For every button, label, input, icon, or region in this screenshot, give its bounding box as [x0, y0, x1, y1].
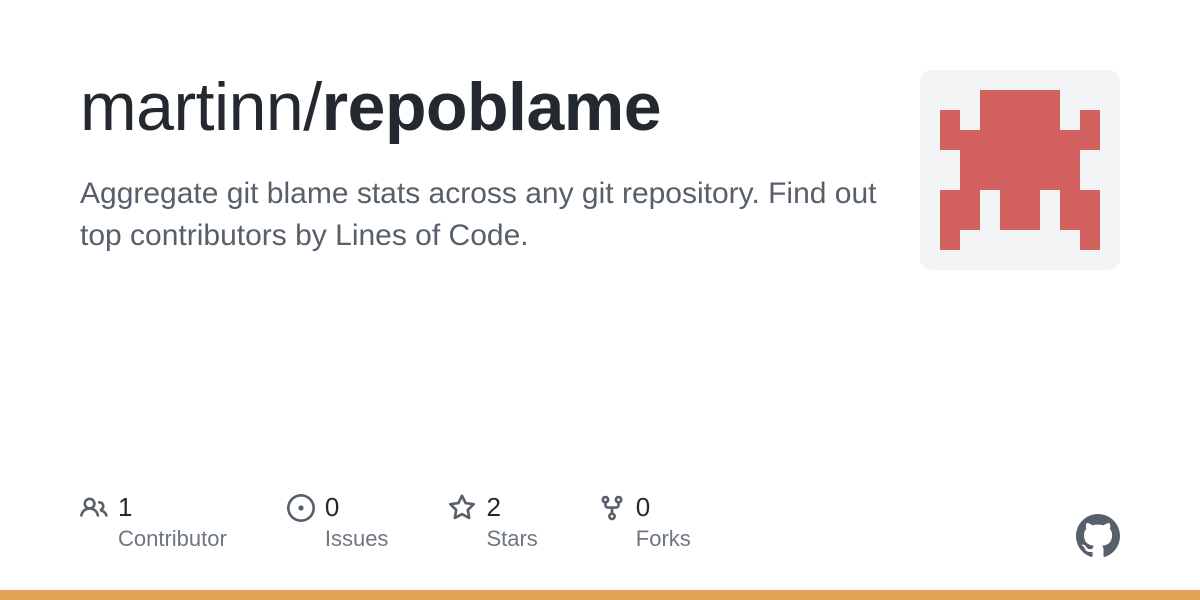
stat-stars[interactable]: 2 Stars: [448, 492, 537, 552]
github-logo-icon[interactable]: [1076, 514, 1120, 558]
stars-count: 2: [486, 492, 537, 523]
issues-label: Issues: [325, 526, 389, 552]
repo-slash: /: [303, 69, 321, 145]
stat-contributors[interactable]: 1 Contributor: [80, 492, 227, 552]
title-block: martinn/repoblame Aggregate git blame st…: [80, 70, 900, 257]
fork-icon: [598, 494, 626, 522]
issue-icon: [287, 494, 315, 522]
contributors-count: 1: [118, 492, 227, 523]
star-icon: [448, 494, 476, 522]
language-bar: [0, 590, 1200, 600]
forks-count: 0: [636, 492, 691, 523]
stars-label: Stars: [486, 526, 537, 552]
repo-avatar[interactable]: [920, 70, 1120, 270]
repo-owner[interactable]: martinn: [80, 69, 303, 145]
forks-label: Forks: [636, 526, 691, 552]
issues-count: 0: [325, 492, 389, 523]
stat-forks[interactable]: 0 Forks: [598, 492, 691, 552]
people-icon: [80, 494, 108, 522]
repo-description: Aggregate git blame stats across any git…: [80, 173, 880, 257]
contributors-label: Contributor: [118, 526, 227, 552]
identicon-icon: [940, 90, 1100, 250]
repo-name[interactable]: repoblame: [322, 69, 661, 145]
repo-title[interactable]: martinn/repoblame: [80, 70, 900, 145]
stat-issues[interactable]: 0 Issues: [287, 492, 389, 552]
stats-row: 1 Contributor 0 Issues 2 Stars: [80, 492, 691, 552]
